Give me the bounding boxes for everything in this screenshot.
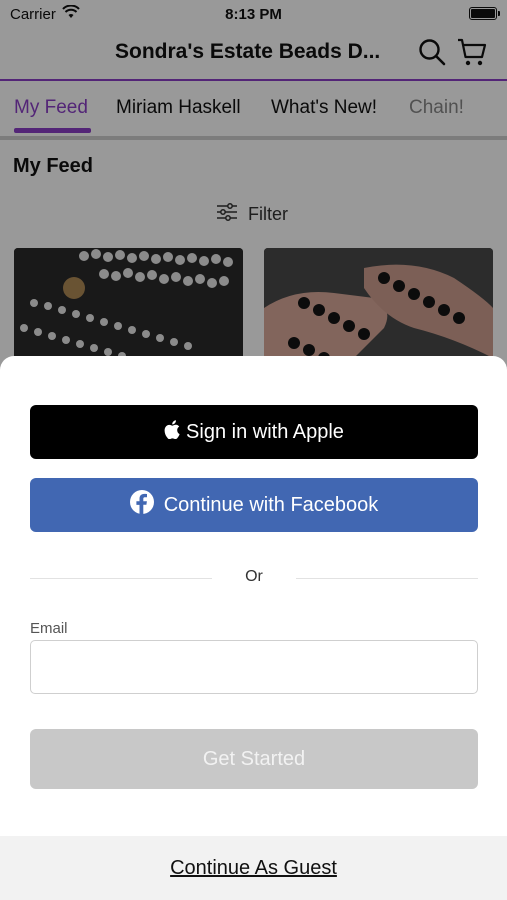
email-label: Email [30, 620, 68, 637]
or-divider: Or [30, 568, 478, 588]
continue-as-guest-link[interactable]: Continue As Guest [170, 857, 337, 880]
apple-button-label: Sign in with Apple [186, 420, 344, 443]
apple-icon [164, 419, 180, 445]
continue-with-facebook-button[interactable]: Continue with Facebook [30, 478, 478, 532]
facebook-icon [129, 490, 154, 520]
facebook-button-label: Continue with Facebook [163, 493, 379, 516]
guest-bar: Continue As Guest [0, 836, 507, 900]
sign-in-with-apple-button[interactable]: Sign in with Apple [30, 405, 478, 459]
get-started-button[interactable]: Get Started [30, 729, 478, 789]
get-started-label: Get Started [202, 747, 306, 770]
or-label: Or [245, 568, 263, 585]
login-sheet: Sign in with Apple Continue with Faceboo… [0, 356, 507, 900]
divider-line-right [296, 578, 478, 579]
email-field[interactable] [30, 640, 478, 694]
